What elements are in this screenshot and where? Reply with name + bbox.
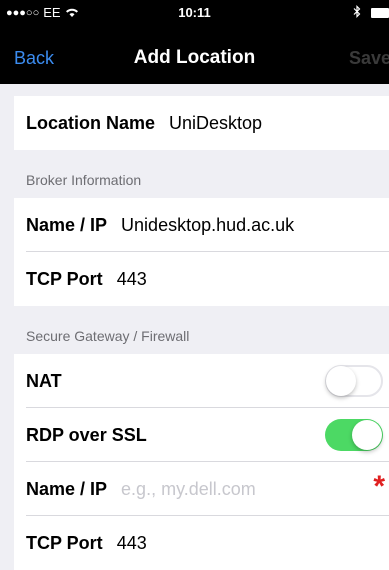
bluetooth-icon bbox=[353, 5, 361, 18]
location-name-label: Location Name bbox=[26, 112, 156, 133]
broker-port-input[interactable]: 443 bbox=[117, 269, 147, 290]
broker-name-label: Name / IP bbox=[26, 214, 108, 235]
broker-name-row[interactable]: Name / IP Unidesktop.hud.ac.uk bbox=[14, 198, 389, 252]
gateway-section-header: Secure Gateway / Firewall bbox=[26, 328, 190, 344]
clock: 10:11 bbox=[178, 5, 211, 20]
required-marker: * bbox=[373, 470, 385, 503]
gateway-name-row[interactable]: Name / IP e.g., my.dell.com * bbox=[14, 462, 389, 516]
gateway-name-label: Name / IP bbox=[26, 478, 108, 499]
gateway-port-row[interactable]: TCP Port 443 bbox=[14, 516, 389, 570]
toggle-knob bbox=[326, 366, 356, 396]
broker-name-input[interactable]: Unidesktop.hud.ac.uk bbox=[121, 215, 294, 236]
nat-label: NAT bbox=[26, 370, 62, 391]
rdp-ssl-toggle[interactable] bbox=[325, 419, 383, 451]
battery-icon bbox=[371, 7, 389, 18]
broker-section-header: Broker Information bbox=[26, 172, 142, 188]
form-content: Location Name UniDesktop Broker Informat… bbox=[14, 84, 389, 570]
nat-row: NAT bbox=[14, 354, 389, 408]
gateway-port-label: TCP Port bbox=[26, 532, 103, 553]
navigation-bar: Back Add Location Save bbox=[0, 26, 389, 84]
rdp-ssl-label: RDP over SSL bbox=[26, 424, 147, 445]
rdp-ssl-row: RDP over SSL bbox=[14, 408, 389, 462]
toggle-knob bbox=[352, 420, 382, 450]
gateway-port-input[interactable]: 443 bbox=[117, 533, 147, 554]
location-name-input[interactable]: UniDesktop bbox=[169, 113, 262, 134]
status-icons bbox=[353, 5, 389, 18]
broker-port-row[interactable]: TCP Port 443 bbox=[14, 252, 389, 306]
save-button[interactable]: Save bbox=[349, 48, 389, 69]
nat-toggle[interactable] bbox=[325, 365, 383, 397]
page-title: Add Location bbox=[133, 47, 256, 68]
broker-port-label: TCP Port bbox=[26, 268, 103, 289]
gateway-name-input[interactable]: e.g., my.dell.com bbox=[121, 479, 256, 500]
location-name-row[interactable]: Location Name UniDesktop bbox=[14, 96, 389, 150]
status-bar: ●●●○○ EE 10:11 bbox=[0, 0, 389, 26]
